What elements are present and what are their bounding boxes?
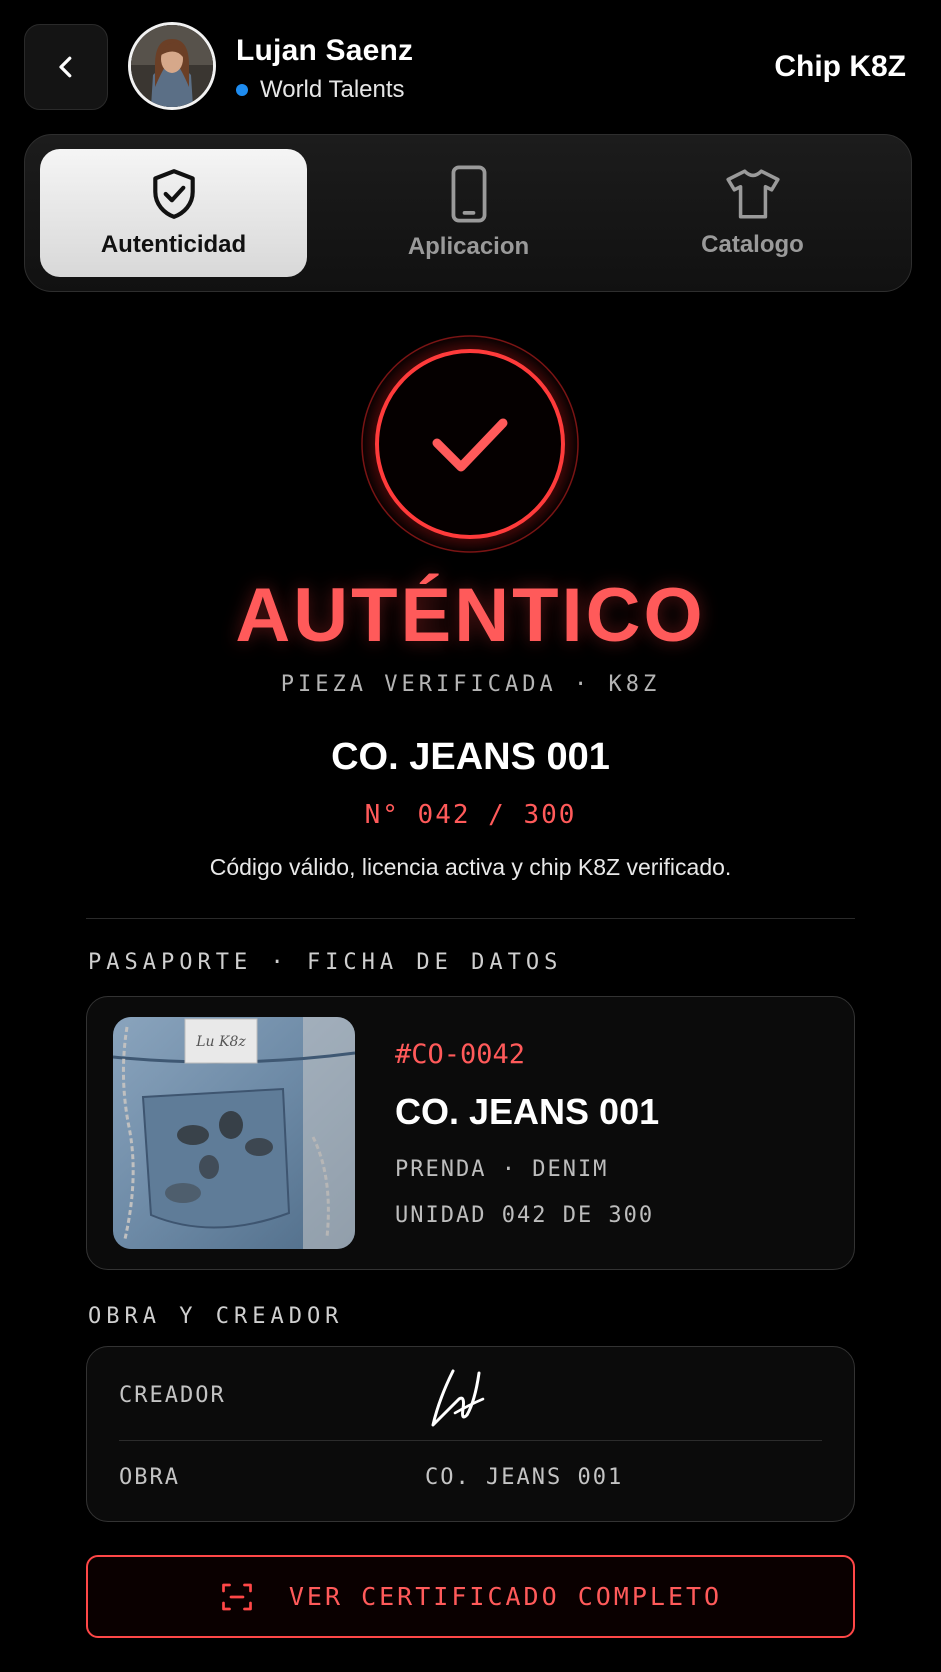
edition-number: N° 042 / 300 — [364, 800, 577, 830]
smartphone-icon — [451, 165, 486, 223]
divider — [119, 1440, 822, 1441]
verification-subtitle: PIEZA VERIFICADA · K8Z — [280, 672, 661, 697]
tab-autenticidad[interactable]: Autenticidad — [40, 149, 307, 277]
product-tag-text: Lu K8z — [195, 1034, 246, 1050]
verified-badge — [359, 333, 581, 555]
passport-unit: UNIDAD 042 DE 300 — [395, 1203, 655, 1228]
user-name: Lujan Saenz — [236, 34, 414, 67]
product-name: CO. JEANS 001 — [331, 736, 610, 778]
online-status-dot — [236, 84, 248, 96]
tshirt-icon — [725, 169, 780, 219]
view-certificate-label: VER CERTIFICADO COMPLETO — [288, 1582, 723, 1611]
creator-section-title: OBRA Y CREADOR — [88, 1304, 344, 1329]
passport-section-title: PASAPORTE · FICHA DE DATOS — [88, 950, 563, 975]
work-value: CO. JEANS 001 — [425, 1465, 624, 1490]
tab-label: Aplicacion — [407, 233, 530, 260]
divider — [86, 918, 855, 919]
passport-card[interactable]: Lu K8z #CO-0042 CO. JEANS 001 PRENDA · D… — [86, 996, 855, 1270]
chip-label: Chip K8Z — [774, 50, 906, 83]
shield-check-icon — [152, 169, 195, 219]
avatar-photo — [131, 25, 213, 107]
creator-card: CREADOR OBRA CO. JEANS 001 — [86, 1346, 855, 1522]
tab-bar: Autenticidad Aplicacion Catalogo — [24, 134, 912, 292]
tab-catalogo[interactable]: Catalogo — [619, 149, 886, 277]
organization-name: World Talents — [260, 76, 405, 103]
tab-label: Autenticidad — [100, 231, 247, 258]
user-organization: World Talents — [236, 76, 405, 104]
scan-frame-icon — [222, 1583, 252, 1610]
check-circle-icon — [360, 334, 580, 554]
back-button[interactable] — [24, 24, 108, 110]
passport-code: #CO-0042 — [395, 1039, 526, 1070]
verification-description: Código válido, licencia activa y chip K8… — [209, 854, 732, 880]
chevron-left-icon — [59, 56, 72, 78]
passport-type: PRENDA · DENIM — [395, 1157, 609, 1182]
creator-label: CREADOR — [119, 1383, 226, 1408]
tab-label: Catalogo — [701, 231, 804, 258]
passport-name: CO. JEANS 001 — [395, 1091, 660, 1132]
creator-signature — [431, 1369, 485, 1427]
tab-aplicacion[interactable]: Aplicacion — [335, 149, 602, 277]
view-certificate-button[interactable]: VER CERTIFICADO COMPLETO — [86, 1555, 855, 1638]
avatar[interactable] — [128, 22, 216, 110]
product-image: Lu K8z — [113, 1017, 355, 1249]
verification-status: AUTÉNTICO — [235, 573, 706, 658]
work-label: OBRA — [119, 1465, 180, 1490]
